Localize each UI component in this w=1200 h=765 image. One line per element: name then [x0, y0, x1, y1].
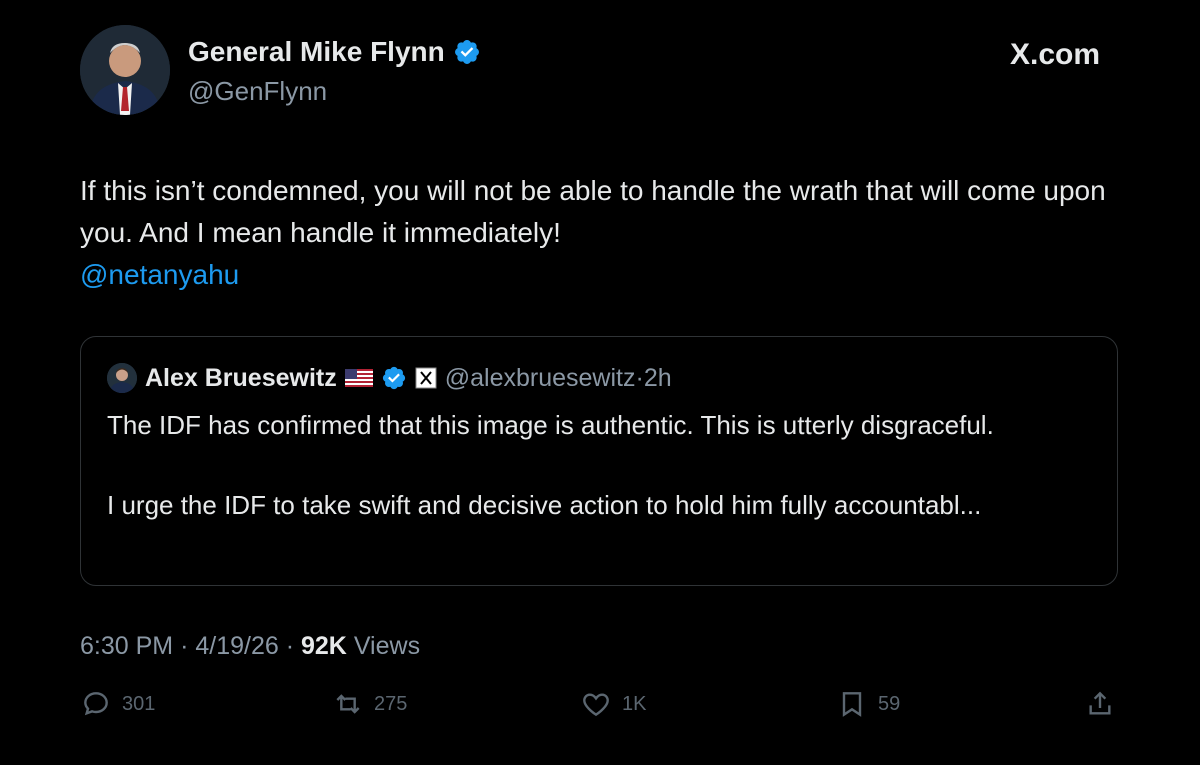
bookmark-count: 59: [878, 692, 901, 715]
tweet-date[interactable]: 4/19/26: [195, 632, 278, 660]
verified-badge-icon: [382, 366, 405, 390]
share-button[interactable]: [1084, 688, 1116, 720]
repost-icon: [336, 694, 360, 714]
us-flag-icon: [344, 369, 373, 387]
repost-button[interactable]: 275: [332, 688, 407, 720]
meta-separator: ·: [285, 632, 295, 660]
quoted-time[interactable]: 2h: [644, 364, 672, 392]
tweet-text: If this isn’t condemned, you will not be…: [80, 175, 1106, 248]
author-name-text[interactable]: General Mike Flynn: [188, 36, 445, 68]
quoted-handle-text[interactable]: @alexbruesewitz: [445, 364, 636, 392]
repost-count: 275: [374, 692, 408, 715]
author-avatar[interactable]: [80, 25, 170, 115]
quoted-author-avatar[interactable]: [107, 363, 137, 393]
quoted-author-handle[interactable]: @alexbruesewitz·2h: [445, 364, 672, 393]
reply-count: 301: [122, 692, 156, 715]
like-icon: [583, 693, 609, 717]
tweet-body: If this isn’t condemned, you will not be…: [80, 170, 1140, 296]
avatar-portrait-icon: [80, 25, 170, 115]
mention-link[interactable]: @netanyahu: [80, 254, 1140, 296]
quoted-tweet-text: The IDF has confirmed that this image is…: [107, 410, 994, 520]
like-button[interactable]: 1K: [580, 688, 646, 720]
bookmark-icon: [842, 692, 862, 717]
tweet-meta: 6:30 PM · 4/19/26 · 92K Views: [80, 632, 420, 661]
views-label: Views: [353, 632, 421, 660]
x-logo-icon: [415, 367, 437, 389]
quoted-tweet-header: Alex Bruesewitz @alexbruesewitz·2h: [107, 363, 672, 393]
action-bar: 301 275 1K 59: [80, 688, 1120, 728]
meta-separator: ·: [180, 632, 189, 660]
quoted-avatar-portrait-icon: [107, 363, 137, 393]
quoted-author-name[interactable]: Alex Bruesewitz: [145, 364, 337, 393]
tweet-time[interactable]: 6:30 PM: [80, 632, 173, 660]
share-icon: [1089, 691, 1111, 715]
verified-badge-icon: [454, 40, 479, 64]
reply-icon: [84, 692, 108, 716]
bookmark-button[interactable]: 59: [836, 688, 900, 720]
views-count: 92K: [301, 632, 347, 660]
reply-button[interactable]: 301: [80, 688, 155, 720]
author-name[interactable]: General Mike Flynn: [188, 36, 481, 68]
like-count: 1K: [622, 692, 647, 715]
x-brand-label: X.com: [1010, 38, 1101, 71]
quoted-tweet-card[interactable]: Alex Bruesewitz @alexbruesewitz·2h The I…: [80, 336, 1118, 586]
quoted-separator: ·: [635, 363, 644, 392]
author-handle[interactable]: @GenFlynn: [188, 76, 327, 107]
